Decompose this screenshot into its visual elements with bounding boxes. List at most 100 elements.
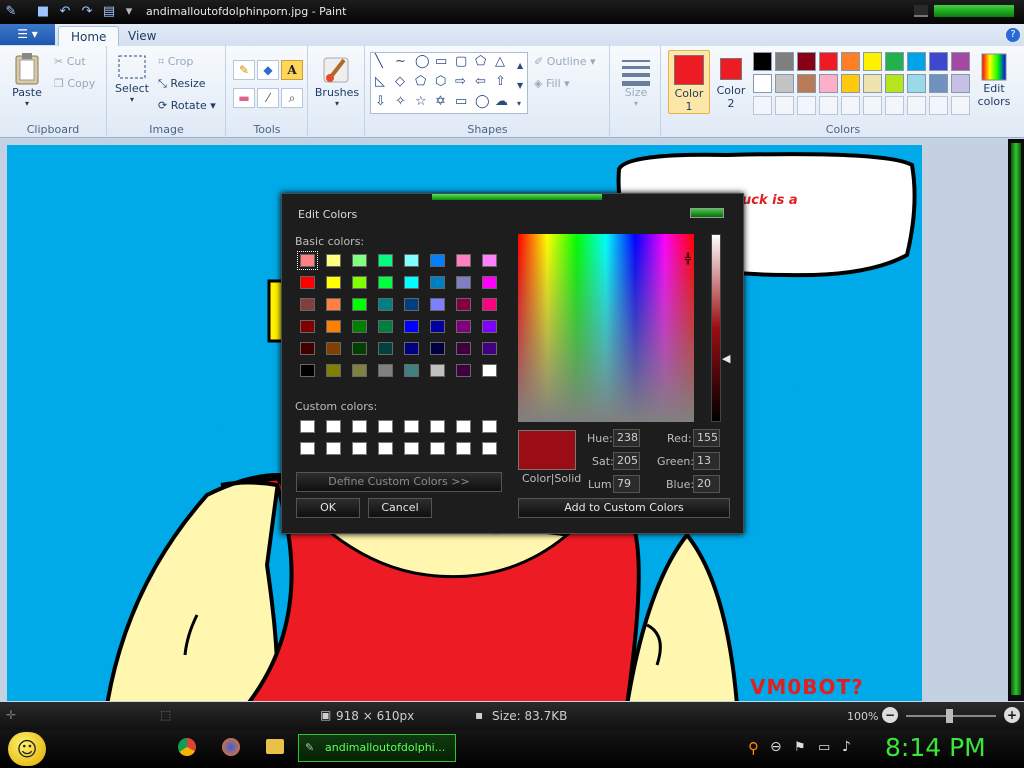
basic-color-swatch[interactable] xyxy=(404,254,419,267)
basic-color-swatch[interactable] xyxy=(378,364,393,377)
custom-color-swatch[interactable] xyxy=(300,442,315,455)
palette-empty-swatch[interactable] xyxy=(775,96,794,115)
custom-color-swatch[interactable] xyxy=(482,420,497,433)
undo-icon[interactable]: ↶ xyxy=(56,3,74,21)
palette-color-swatch[interactable] xyxy=(775,52,794,71)
blue-field[interactable]: 20 xyxy=(693,475,720,493)
rotate-button[interactable]: ⟳ Rotate ▾ xyxy=(158,99,216,112)
outline-button[interactable]: ✐ Outline ▾ xyxy=(534,55,596,68)
basic-color-swatch[interactable] xyxy=(404,298,419,311)
basic-color-swatch[interactable] xyxy=(430,342,445,355)
basic-color-swatch[interactable] xyxy=(404,320,419,333)
sat-field[interactable]: 205 xyxy=(613,452,640,470)
basic-color-swatch[interactable] xyxy=(297,251,318,270)
basic-color-swatch[interactable] xyxy=(404,364,419,377)
custom-color-swatch[interactable] xyxy=(378,442,393,455)
basic-color-swatch[interactable] xyxy=(482,364,497,377)
zoom-in-button[interactable]: + xyxy=(1004,707,1020,723)
palette-color-swatch[interactable] xyxy=(929,52,948,71)
cancel-button[interactable]: Cancel xyxy=(368,498,432,518)
basic-color-swatch[interactable] xyxy=(456,342,471,355)
palette-color-swatch[interactable] xyxy=(819,52,838,71)
palette-empty-swatch[interactable] xyxy=(885,96,904,115)
basic-color-swatch[interactable] xyxy=(352,320,367,333)
custom-color-swatch[interactable] xyxy=(456,442,471,455)
palette-color-swatch[interactable] xyxy=(951,52,970,71)
search-icon[interactable]: ⚲ xyxy=(748,739,759,757)
brushes-button[interactable]: Brushes ▾ xyxy=(313,52,361,108)
custom-color-swatch[interactable] xyxy=(404,442,419,455)
paint-app-icon[interactable]: ✎ xyxy=(2,3,20,21)
cut-button[interactable]: ✂ Cut xyxy=(54,55,86,68)
basic-color-swatch[interactable] xyxy=(456,298,471,311)
basic-color-swatch[interactable] xyxy=(430,364,445,377)
palette-color-swatch[interactable] xyxy=(951,74,970,93)
basic-color-swatch[interactable] xyxy=(326,320,341,333)
basic-color-swatch[interactable] xyxy=(300,276,315,289)
palette-color-swatch[interactable] xyxy=(775,74,794,93)
ok-button[interactable]: OK xyxy=(296,498,360,518)
define-custom-colors-button[interactable]: Define Custom Colors >> xyxy=(296,472,502,492)
custom-color-swatch[interactable] xyxy=(404,420,419,433)
basic-color-swatch[interactable] xyxy=(482,276,497,289)
network-icon[interactable]: ▭ xyxy=(818,740,830,755)
basic-color-swatch[interactable] xyxy=(404,276,419,289)
palette-color-swatch[interactable] xyxy=(885,74,904,93)
basic-color-swatch[interactable] xyxy=(352,254,367,267)
paste-button[interactable]: Paste ▾ xyxy=(6,52,48,108)
basic-color-swatch[interactable] xyxy=(352,342,367,355)
basic-color-swatch[interactable] xyxy=(430,276,445,289)
file-menu-button[interactable]: ☰ ▾ xyxy=(0,24,55,45)
fill-button[interactable]: ◈ Fill ▾ xyxy=(534,77,570,90)
basic-color-swatch[interactable] xyxy=(482,342,497,355)
basic-color-swatch[interactable] xyxy=(456,320,471,333)
customize-toolbar-icon[interactable]: ▾ xyxy=(120,3,138,21)
palette-color-swatch[interactable] xyxy=(841,74,860,93)
color1-button[interactable]: Color 1 xyxy=(668,50,710,114)
volume-icon[interactable]: ♪ xyxy=(842,739,851,755)
text-tool-icon[interactable]: A xyxy=(281,60,303,80)
select-button[interactable]: Select ▾ xyxy=(114,54,150,104)
palette-color-swatch[interactable] xyxy=(907,74,926,93)
palette-empty-swatch[interactable] xyxy=(951,96,970,115)
paint-taskbar-button[interactable]: ✎ andimalloutofdolphi... xyxy=(298,734,456,762)
palette-empty-swatch[interactable] xyxy=(797,96,816,115)
basic-color-swatch[interactable] xyxy=(300,364,315,377)
basic-color-swatch[interactable] xyxy=(482,254,497,267)
add-to-custom-colors-button[interactable]: Add to Custom Colors xyxy=(518,498,730,518)
minimize-button[interactable] xyxy=(914,5,928,17)
hue-field[interactable]: 238 xyxy=(613,429,640,447)
palette-color-swatch[interactable] xyxy=(819,74,838,93)
luminance-slider[interactable] xyxy=(711,234,721,422)
zoom-out-button[interactable]: − xyxy=(882,707,898,723)
red-field[interactable]: 155 xyxy=(693,429,720,447)
chrome-icon[interactable] xyxy=(178,738,196,756)
basic-color-swatch[interactable] xyxy=(326,364,341,377)
palette-empty-swatch[interactable] xyxy=(863,96,882,115)
palette-empty-swatch[interactable] xyxy=(929,96,948,115)
firefox-icon[interactable] xyxy=(222,738,240,756)
close-button[interactable] xyxy=(934,5,1014,17)
redo-icon[interactable]: ↷ xyxy=(78,3,96,21)
custom-color-swatch[interactable] xyxy=(378,420,393,433)
basic-color-swatch[interactable] xyxy=(326,276,341,289)
basic-color-swatch[interactable] xyxy=(456,364,471,377)
basic-color-swatch[interactable] xyxy=(378,254,393,267)
palette-color-swatch[interactable] xyxy=(753,74,772,93)
minus-circle-icon[interactable]: ⊖ xyxy=(770,739,782,755)
eraser-icon[interactable]: ▬ xyxy=(233,88,255,108)
palette-empty-swatch[interactable] xyxy=(907,96,926,115)
basic-color-swatch[interactable] xyxy=(378,320,393,333)
clock[interactable]: 8:14 PM xyxy=(885,733,986,762)
basic-color-swatch[interactable] xyxy=(352,364,367,377)
tab-home[interactable]: Home xyxy=(58,26,120,46)
basic-color-swatch[interactable] xyxy=(352,276,367,289)
custom-color-swatch[interactable] xyxy=(482,442,497,455)
custom-color-swatch[interactable] xyxy=(430,420,445,433)
custom-color-swatch[interactable] xyxy=(456,420,471,433)
palette-color-swatch[interactable] xyxy=(797,52,816,71)
pencil-icon[interactable]: ✎ xyxy=(233,60,255,80)
basic-color-swatch[interactable] xyxy=(482,320,497,333)
basic-color-swatch[interactable] xyxy=(430,254,445,267)
basic-color-swatch[interactable] xyxy=(300,342,315,355)
